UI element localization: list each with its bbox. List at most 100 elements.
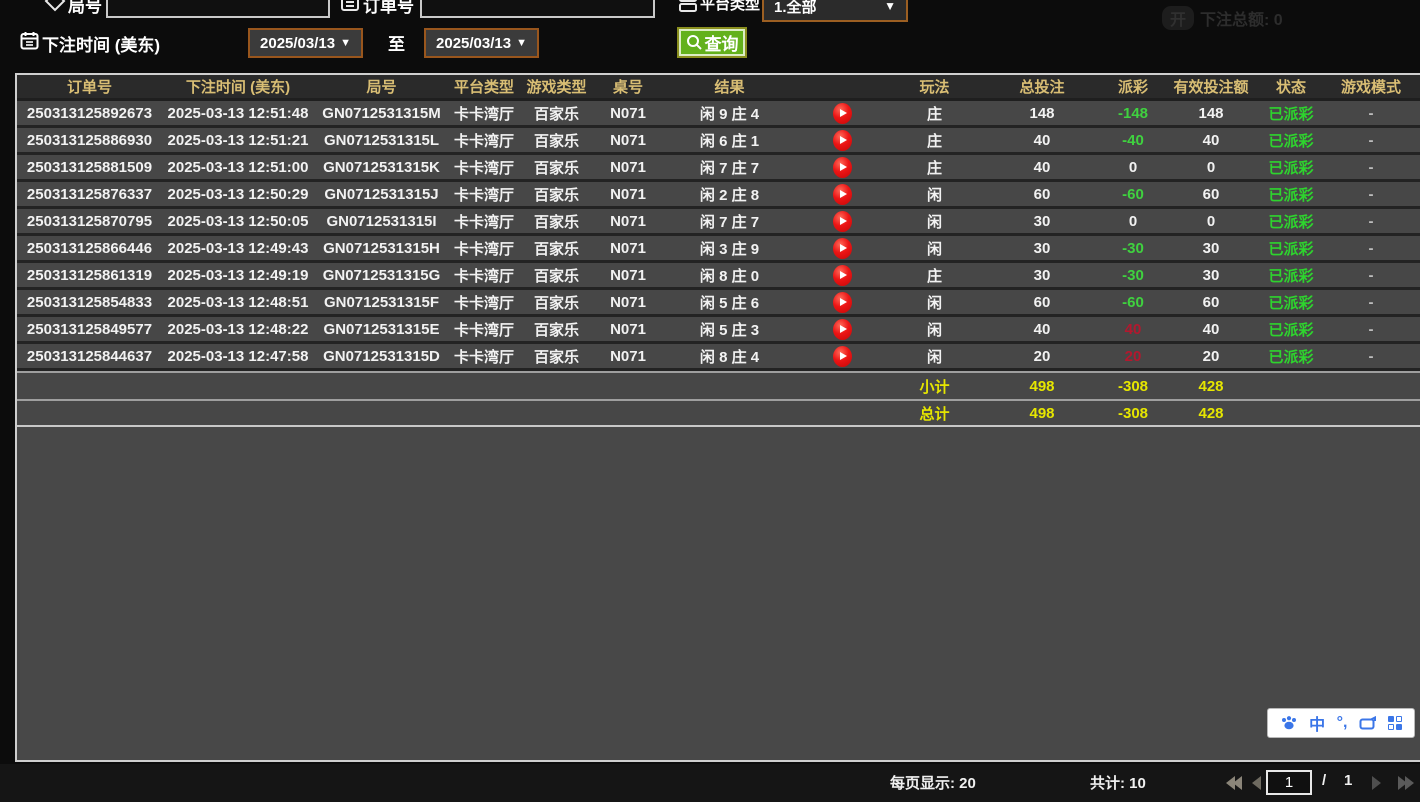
last-page-icon[interactable] <box>1405 776 1414 790</box>
cell-total-bet: 30 <box>982 267 1102 284</box>
ime-punctuation-toggle[interactable]: °, <box>1337 714 1348 732</box>
cell-round-no: GN0712531315D <box>314 348 449 365</box>
play-button[interactable] <box>797 103 887 124</box>
cell-total-bet: 30 <box>982 213 1102 230</box>
cell-round-no: GN0712531315J <box>314 186 449 203</box>
cell-bet-time: 2025-03-13 12:50:05 <box>162 213 314 230</box>
ime-toolbar[interactable]: 中 °, <box>1267 708 1415 738</box>
total-payout: -308 <box>1102 405 1164 422</box>
col-header-mode: 游戏模式 <box>1324 76 1418 97</box>
next-page-icon[interactable] <box>1372 776 1381 790</box>
cell-play-type: 闲 <box>887 292 982 313</box>
chevron-down-icon: ▼ <box>516 37 527 49</box>
cell-status: 已派彩 <box>1258 157 1324 178</box>
play-video-icon[interactable] <box>833 211 852 232</box>
page-number-input[interactable] <box>1266 770 1312 795</box>
play-video-icon[interactable] <box>833 238 852 259</box>
col-header-bet: 总投注 <box>982 76 1102 97</box>
subtotal-label: 小计 <box>887 376 982 397</box>
play-video-icon[interactable] <box>833 292 852 313</box>
cell-bet-time: 2025-03-13 12:49:19 <box>162 267 314 284</box>
platform-type-select[interactable]: 1.全部 ▼ <box>762 0 908 22</box>
cell-bet-time: 2025-03-13 12:48:22 <box>162 321 314 338</box>
table-header-row: 订单号 下注时间 (美东) 局号 平台类型 游戏类型 桌号 结果 玩法 总投注 … <box>17 75 1420 101</box>
cell-result: 闲 8 庄 4 <box>662 346 797 367</box>
play-button[interactable] <box>797 211 887 232</box>
cell-platform-type: 卡卡湾厅 <box>449 103 519 124</box>
search-icon <box>686 34 703 51</box>
cell-round-no: GN0712531315L <box>314 132 449 149</box>
col-header-valid: 有效投注额 <box>1164 76 1258 97</box>
play-video-icon[interactable] <box>833 184 852 205</box>
cell-result: 闲 3 庄 9 <box>662 238 797 259</box>
order-no-label: 订单号 <box>363 0 414 17</box>
cell-play-type: 庄 <box>887 130 982 151</box>
play-button[interactable] <box>797 157 887 178</box>
ime-mode-toggle[interactable]: 中 <box>1309 711 1325 735</box>
order-list-icon <box>340 0 360 12</box>
play-video-icon[interactable] <box>833 319 852 340</box>
play-video-icon[interactable] <box>833 157 852 178</box>
cell-bet-time: 2025-03-13 12:51:48 <box>162 105 314 122</box>
query-button-label: 查询 <box>705 30 739 55</box>
cell-result: 闲 2 庄 8 <box>662 184 797 205</box>
cell-bet-time: 2025-03-13 12:47:58 <box>162 348 314 365</box>
cell-game-type: 百家乐 <box>519 346 594 367</box>
cell-platform-type: 卡卡湾厅 <box>449 292 519 313</box>
cell-order-no: 250313125870795 <box>17 213 162 230</box>
cell-game-mode: - <box>1324 186 1418 203</box>
cell-play-type: 庄 <box>887 157 982 178</box>
cell-status: 已派彩 <box>1258 346 1324 367</box>
cell-round-no: GN0712531315K <box>314 159 449 176</box>
cell-bet-time: 2025-03-13 12:51:21 <box>162 132 314 149</box>
play-button[interactable] <box>797 346 887 367</box>
cell-game-type: 百家乐 <box>519 211 594 232</box>
first-page-icon[interactable] <box>1233 776 1242 790</box>
cell-result: 闲 5 庄 3 <box>662 319 797 340</box>
date-from-picker[interactable]: 2025/03/13 ▼ <box>248 28 363 58</box>
cell-payout: -148 <box>1102 105 1164 122</box>
table-row: 2503131258548332025-03-13 12:48:51GN0712… <box>17 290 1420 317</box>
cell-order-no: 250313125892673 <box>17 105 162 122</box>
query-button[interactable]: 查询 <box>677 27 747 58</box>
pagination-bar: 每页显示: 20 共计: 10 / 1 <box>0 764 1420 802</box>
cell-game-type: 百家乐 <box>519 103 594 124</box>
total-total-bet: 498 <box>982 405 1102 422</box>
col-header-status: 状态 <box>1258 76 1324 97</box>
cell-order-no: 250313125844637 <box>17 348 162 365</box>
play-video-icon[interactable] <box>833 103 852 124</box>
cell-valid-bet: 60 <box>1164 186 1258 203</box>
play-button[interactable] <box>797 130 887 151</box>
paw-icon[interactable] <box>1280 715 1298 731</box>
col-header-platform: 平台类型 <box>449 76 519 97</box>
grid-menu-icon[interactable] <box>1388 716 1402 730</box>
cell-status: 已派彩 <box>1258 211 1324 232</box>
play-button[interactable] <box>797 319 887 340</box>
play-button[interactable] <box>797 265 887 286</box>
date-to-picker[interactable]: 2025/03/13 ▼ <box>424 28 539 58</box>
cell-total-bet: 40 <box>982 159 1102 176</box>
total-label: 总计 <box>887 403 982 424</box>
subtotal-row: 小计498-308428 <box>17 371 1420 399</box>
platform-type-value: 1.全部 <box>774 0 817 17</box>
order-no-input[interactable] <box>420 0 655 18</box>
keyboard-icon[interactable] <box>1359 716 1377 731</box>
cell-valid-bet: 0 <box>1164 159 1258 176</box>
prev-page-icon[interactable] <box>1252 776 1261 790</box>
play-button[interactable] <box>797 238 887 259</box>
cell-status: 已派彩 <box>1258 238 1324 259</box>
play-video-icon[interactable] <box>833 265 852 286</box>
cell-game-mode: - <box>1324 294 1418 311</box>
cell-payout: -30 <box>1102 267 1164 284</box>
results-panel: 订单号 下注时间 (美东) 局号 平台类型 游戏类型 桌号 结果 玩法 总投注 … <box>15 73 1420 762</box>
cell-payout: 0 <box>1102 159 1164 176</box>
play-button[interactable] <box>797 292 887 313</box>
play-video-icon[interactable] <box>833 346 852 367</box>
round-no-input[interactable] <box>106 0 330 18</box>
cell-result: 闲 8 庄 0 <box>662 265 797 286</box>
play-button[interactable] <box>797 184 887 205</box>
cell-result: 闲 6 庄 1 <box>662 130 797 151</box>
date-to-value: 2025/03/13 <box>436 35 511 52</box>
play-video-icon[interactable] <box>833 130 852 151</box>
calendar-icon <box>20 31 39 50</box>
